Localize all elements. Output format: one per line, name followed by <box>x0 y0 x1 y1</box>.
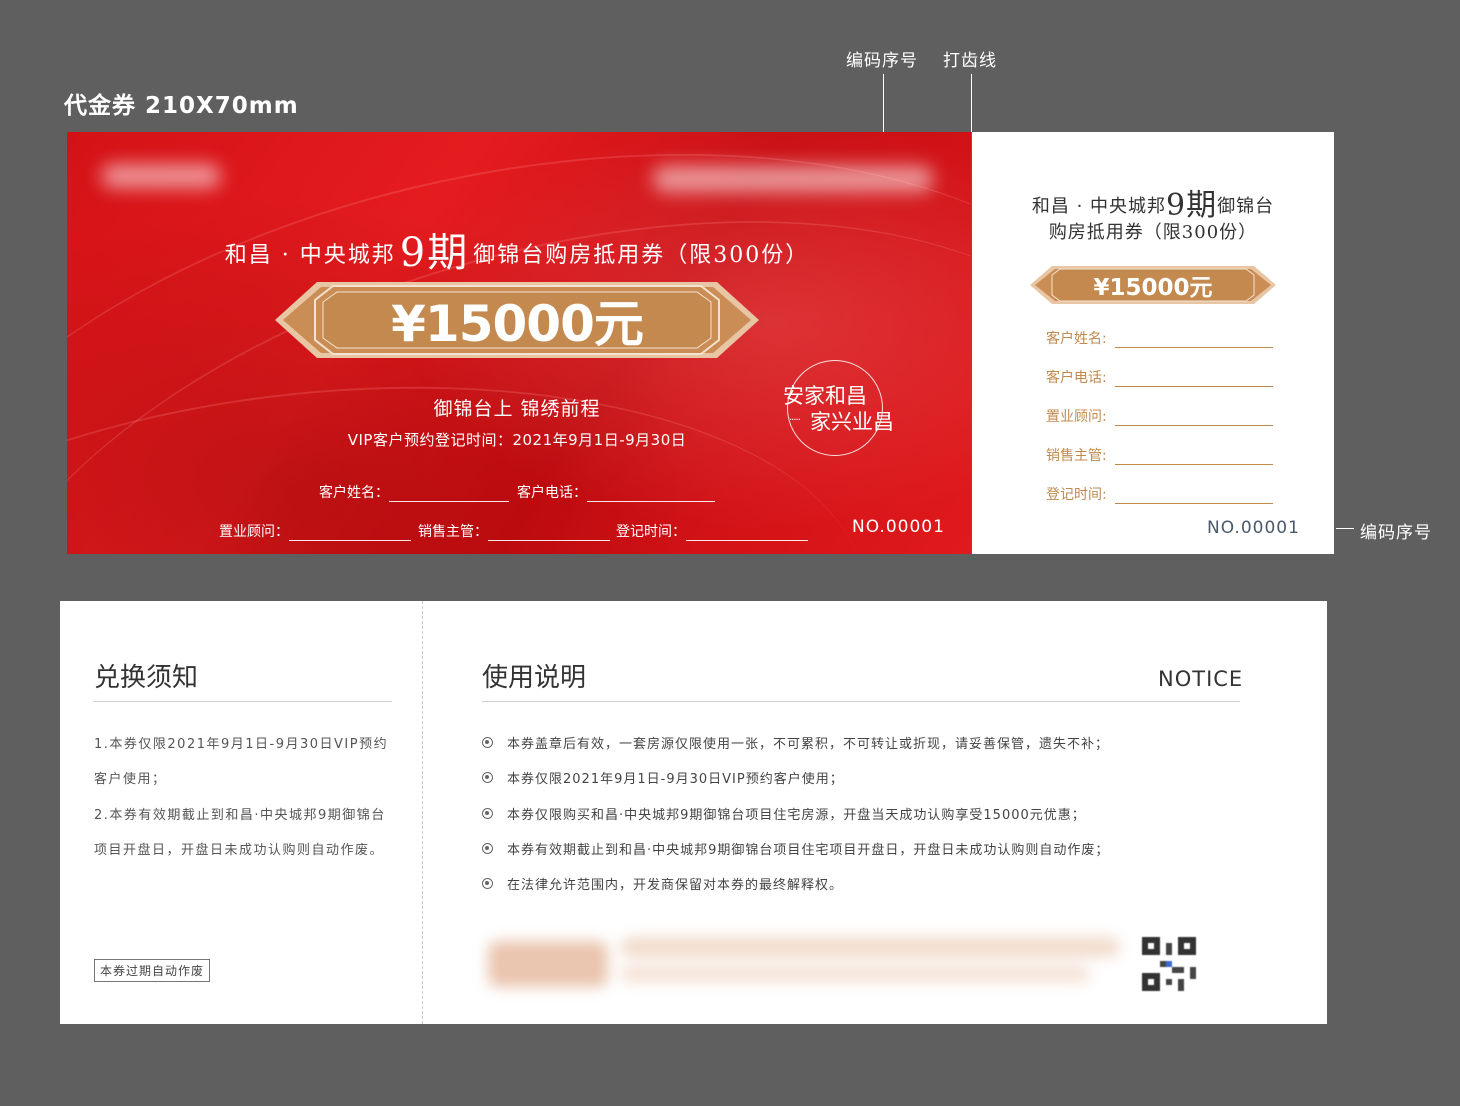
usage-item: 本券有效期截止到和昌·中央城邦9期御锦台项目住宅项目开盘日，开盘日未成功认购则自… <box>482 839 1109 858</box>
perforation-line <box>422 601 423 1024</box>
bullet-icon <box>482 843 493 854</box>
blurred-logo-left <box>101 164 221 188</box>
stub-field-phone-line <box>1114 372 1273 387</box>
front-title-suffix: 御锦台购房抵用券（限300份） <box>473 243 810 268</box>
stub-field-supervisor-label: 销售主管: <box>1046 448 1107 464</box>
front-field-register-time-label: 登记时间： <box>616 524 686 540</box>
exchange-heading-rule <box>94 701 392 702</box>
stub-title-line-2: 购房抵用券（限300份） <box>1048 222 1258 243</box>
seal-line-2: 家兴业昌 <box>810 410 894 434</box>
usage-item: 本券盖章后有效，一套房源仅限使用一张，不可累积，不可转让或折现，请妥善保管，遗失… <box>482 733 1109 752</box>
stub-amount: ¥15000元 <box>1093 275 1213 301</box>
stub-field-consultant[interactable]: 置业顾问: <box>1046 406 1273 426</box>
annotation-perforation: 打齿线 <box>943 51 997 71</box>
stub-title-prefix: 和昌 · 中央城邦 <box>1031 196 1167 217</box>
bullet-icon <box>482 772 493 783</box>
front-field-phone-label: 客户电话： <box>517 485 587 501</box>
blurred-footer-text-2 <box>620 965 1090 983</box>
bullet-icon <box>482 808 493 819</box>
front-field-name-line <box>389 487 509 502</box>
blurred-footer-logo <box>488 941 608 987</box>
stub-field-name-label: 客户姓名: <box>1046 331 1107 347</box>
front-field-consultant-line <box>289 526 411 541</box>
exchange-heading: 兑换须知 <box>94 663 199 693</box>
stub-field-register-time[interactable]: 登记时间: <box>1046 484 1273 504</box>
front-field-phone-line <box>587 487 715 502</box>
stub-field-supervisor-line <box>1114 450 1273 465</box>
front-title-prefix: 和昌 · 中央城邦 <box>224 243 396 268</box>
usage-item: 本券仅限2021年9月1日-9月30日VIP预约客户使用； <box>482 768 844 787</box>
front-title: 和昌 · 中央城邦 9期 御锦台购房抵用券（限300份） <box>67 220 967 278</box>
annotation-serial: 编码序号 <box>846 51 918 71</box>
front-field-supervisor-line <box>488 526 610 541</box>
voucher-back: 兑换须知 1.本券仅限2021年9月1日-9月30日VIP预约 客户使用； 2.… <box>60 601 1327 1024</box>
annotation-serial-right-leader <box>1336 528 1354 529</box>
front-field-consultant[interactable]: 置业顾问： <box>219 521 411 541</box>
page-headline: 代金券 210X70mm <box>64 93 299 119</box>
usage-item-text: 本券仅限购买和昌·中央城邦9期御锦台项目住宅房源，开盘当天成功认购享受15000… <box>507 808 1086 823</box>
usage-item-text: 在法律允许范围内，开发商保留对本券的最终解释权。 <box>507 878 844 893</box>
front-field-name[interactable]: 客户姓名： <box>319 482 509 502</box>
stub-title-suffix: 御锦台 <box>1217 196 1275 217</box>
blurred-footer-text-1 <box>620 937 1120 957</box>
exchange-line-2: 客户使用； <box>94 772 167 787</box>
front-field-name-label: 客户姓名： <box>319 485 389 501</box>
blurred-logo-right <box>653 166 933 192</box>
usage-item-text: 本券仅限2021年9月1日-9月30日VIP预约客户使用； <box>507 772 844 787</box>
stub-field-phone-label: 客户电话: <box>1046 370 1107 386</box>
exchange-line-3: 2.本券有效期截止到和昌·中央城邦9期御锦台 <box>94 808 386 823</box>
usage-heading: 使用说明 <box>482 663 587 693</box>
front-serial-number: NO.00001 <box>852 517 945 537</box>
usage-item: 在法律允许范围内，开发商保留对本券的最终解释权。 <box>482 874 843 893</box>
usage-item-text: 本券盖章后有效，一套房源仅限使用一张，不可累积，不可转让或折现，请妥善保管，遗失… <box>507 737 1110 752</box>
exchange-line-4: 项目开盘日，开盘日未成功认购则自动作废。 <box>94 843 385 858</box>
usage-heading-rule <box>482 701 1240 702</box>
front-field-phone[interactable]: 客户电话： <box>517 482 715 502</box>
notice-label: NOTICE <box>1158 667 1244 691</box>
stub-field-phone[interactable]: 客户电话: <box>1046 367 1273 387</box>
front-field-register-time[interactable]: 登记时间： <box>616 521 808 541</box>
stub-serial-number: NO.00001 <box>1207 518 1300 538</box>
front-title-phase: 9期 <box>399 230 470 276</box>
usage-item-text: 本券有效期截止到和昌·中央城邦9期御锦台项目住宅项目开盘日，开盘日未成功认购则自… <box>507 843 1110 858</box>
stub-field-name[interactable]: 客户姓名: <box>1046 328 1273 348</box>
bullet-icon <box>482 737 493 748</box>
front-field-supervisor[interactable]: 销售主管： <box>418 521 610 541</box>
stub-field-name-line <box>1114 333 1273 348</box>
front-field-consultant-label: 置业顾问： <box>219 524 289 540</box>
usage-item: 本券仅限购买和昌·中央城邦9期御锦台项目住宅房源，开盘当天成功认购享受15000… <box>482 804 1086 823</box>
expire-note: 本券过期自动作废 <box>94 959 211 982</box>
front-amount: ¥15000元 <box>391 295 644 353</box>
annotation-perforation-leader <box>971 74 972 132</box>
stub-field-consultant-line <box>1114 411 1273 426</box>
qr-code-icon[interactable] <box>1142 937 1196 991</box>
stub-field-register-time-label: 登记时间: <box>1046 487 1107 503</box>
annotation-serial-right: 编码序号 <box>1360 523 1432 543</box>
front-field-supervisor-label: 销售主管： <box>418 524 488 540</box>
voucher-front: 和昌 · 中央城邦 9期 御锦台购房抵用券（限300份） ¥15000元 御锦台上 … <box>67 132 971 554</box>
stub-field-register-time-line <box>1114 489 1273 504</box>
front-field-register-time-line <box>686 526 808 541</box>
bullet-icon <box>482 878 493 889</box>
voucher-stub: 和昌 · 中央城邦9期御锦台 购房抵用券（限300份） ¥15000元 客户姓名… <box>972 132 1334 554</box>
stub-field-consultant-label: 置业顾问: <box>1046 409 1107 425</box>
seal-dots: ····· <box>789 415 801 426</box>
exchange-line-1: 1.本券仅限2021年9月1日-9月30日VIP预约 <box>94 737 389 752</box>
stub-field-supervisor[interactable]: 销售主管: <box>1046 445 1273 465</box>
